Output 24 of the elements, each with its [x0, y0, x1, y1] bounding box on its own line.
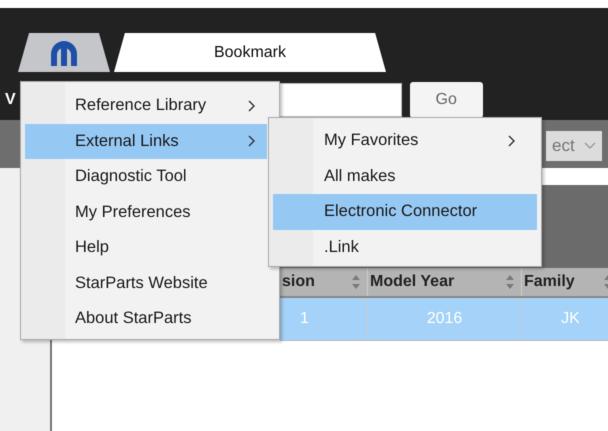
menu-item[interactable]: .Link — [273, 230, 537, 265]
chevron-right-icon — [248, 135, 255, 148]
menu-item[interactable]: About StarParts — [25, 301, 267, 336]
chevron-right-icon — [248, 100, 255, 112]
sort-icon[interactable] — [505, 274, 515, 290]
menu-item[interactable]: Diagnostic Tool — [25, 159, 267, 194]
menu-item[interactable]: My Preferences — [25, 194, 267, 230]
table-cell: 2016 — [368, 298, 522, 340]
menu-item[interactable]: All makes — [273, 158, 537, 194]
go-button[interactable]: Go — [410, 82, 483, 118]
menu-item[interactable]: External Links — [25, 124, 267, 159]
search-label: V — [5, 90, 16, 108]
bookmark-tab[interactable]: Bookmark — [114, 33, 386, 72]
column-header[interactable]: Model Year — [368, 268, 522, 296]
chevron-down-icon — [584, 142, 596, 150]
menu-item[interactable]: Reference Library — [25, 88, 267, 124]
menu-item[interactable]: My Favorites — [273, 123, 537, 158]
column-header[interactable]: Family — [522, 268, 608, 296]
menu-item[interactable]: Electronic Connector — [273, 194, 537, 230]
menu-item[interactable]: StarParts Website — [25, 266, 267, 301]
menu-item[interactable]: Help — [25, 230, 267, 266]
sort-icon[interactable] — [351, 274, 361, 290]
table-cell: JK — [522, 298, 608, 340]
chevron-right-icon — [508, 134, 515, 147]
